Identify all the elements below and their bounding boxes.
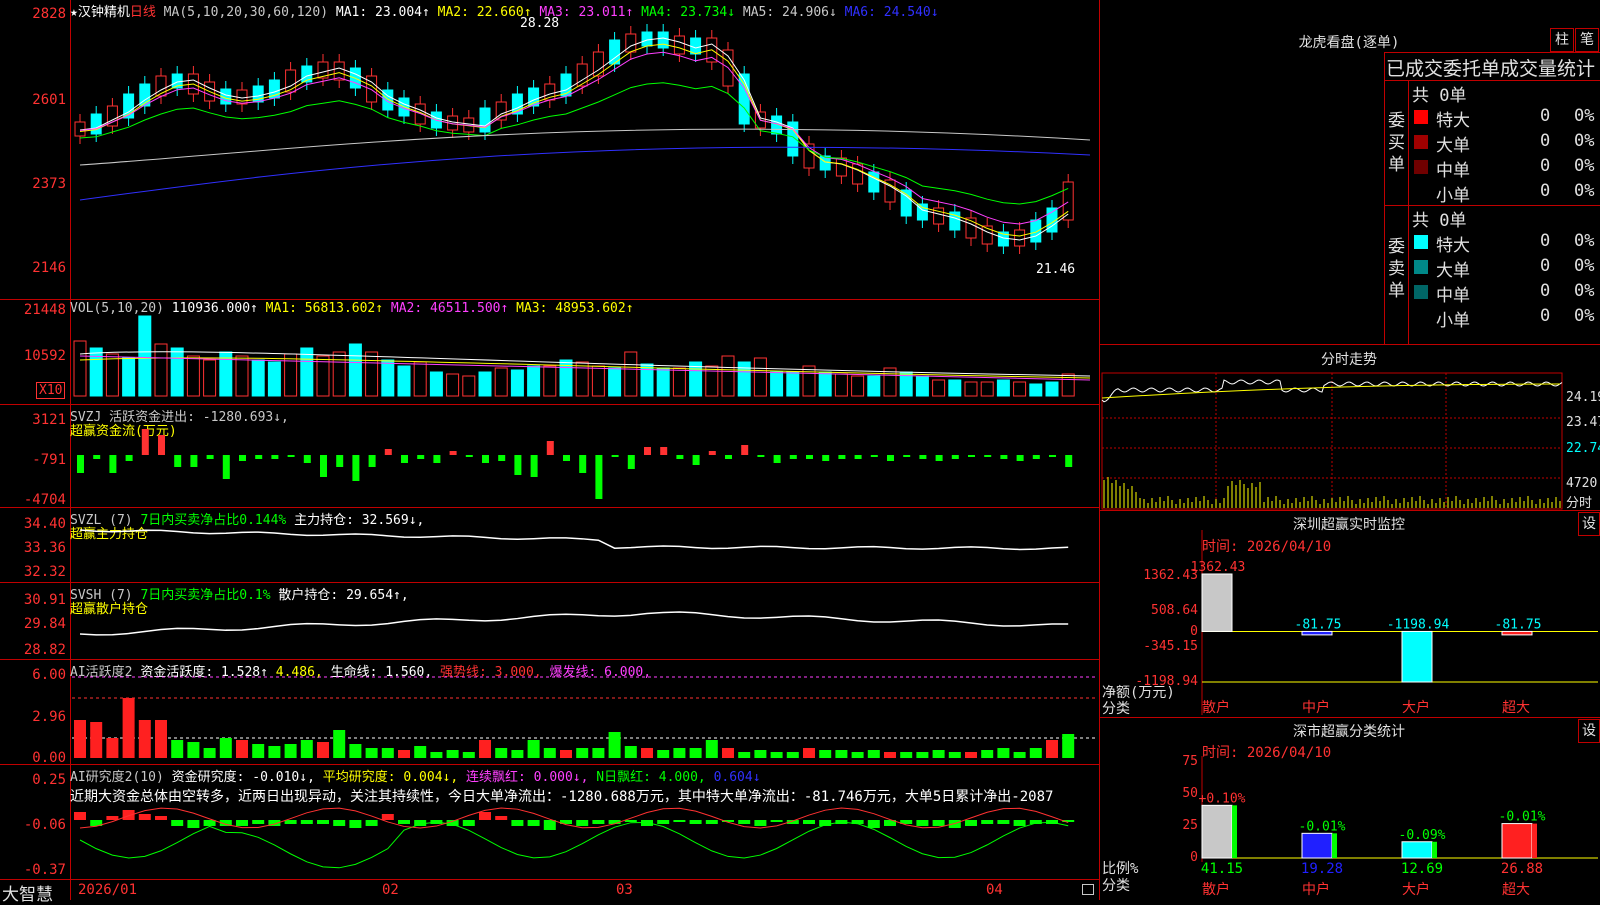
ratio-change-label: -0.09%	[1399, 828, 1446, 843]
ratio-change-label: -0.01%	[1299, 819, 1346, 834]
ratio-change-label: +0.10%	[1199, 791, 1246, 806]
net-flow-bar	[1201, 573, 1233, 632]
category-label: 中户	[1302, 699, 1330, 716]
ratio-value-label: 12.69	[1401, 861, 1443, 877]
ratio-bar	[1201, 804, 1233, 859]
ratio-change-bar	[1432, 841, 1437, 858]
ratio-value-label: 41.15	[1201, 861, 1243, 877]
ratio-change-bar	[1332, 833, 1337, 858]
net-flow-label: -81.75	[1495, 617, 1542, 632]
net-flow-label: 1362.43	[1191, 560, 1246, 575]
ratio-bar	[1401, 841, 1433, 859]
category-label: 中户	[1302, 881, 1330, 898]
ratio-change-bar	[1532, 823, 1537, 858]
category-label: 散户	[1202, 881, 1230, 898]
category-label: 超大	[1502, 882, 1530, 898]
category-label: 大户	[1402, 881, 1430, 898]
category-label: 散户	[1202, 699, 1230, 716]
net-flow-bar	[1401, 630, 1433, 683]
net-flow-label: -81.75	[1295, 617, 1342, 632]
ratio-change-label: -0.01%	[1499, 810, 1546, 825]
category-label: 大户	[1402, 699, 1430, 716]
ratio-value-label: 26.88	[1501, 861, 1543, 877]
ratio-change-bar	[1232, 805, 1237, 858]
ratio-value-label: 19.28	[1301, 861, 1343, 877]
category-label: 超大	[1502, 700, 1530, 716]
ratio-bar	[1501, 823, 1533, 859]
net-flow-label: -1198.94	[1387, 617, 1450, 632]
ratio-bar	[1301, 832, 1333, 859]
right-bar-charts[interactable]: 1362.43-81.75 -1198.94 -81.75散户 中户 大户 超大+0.10…	[0, 0, 1600, 900]
